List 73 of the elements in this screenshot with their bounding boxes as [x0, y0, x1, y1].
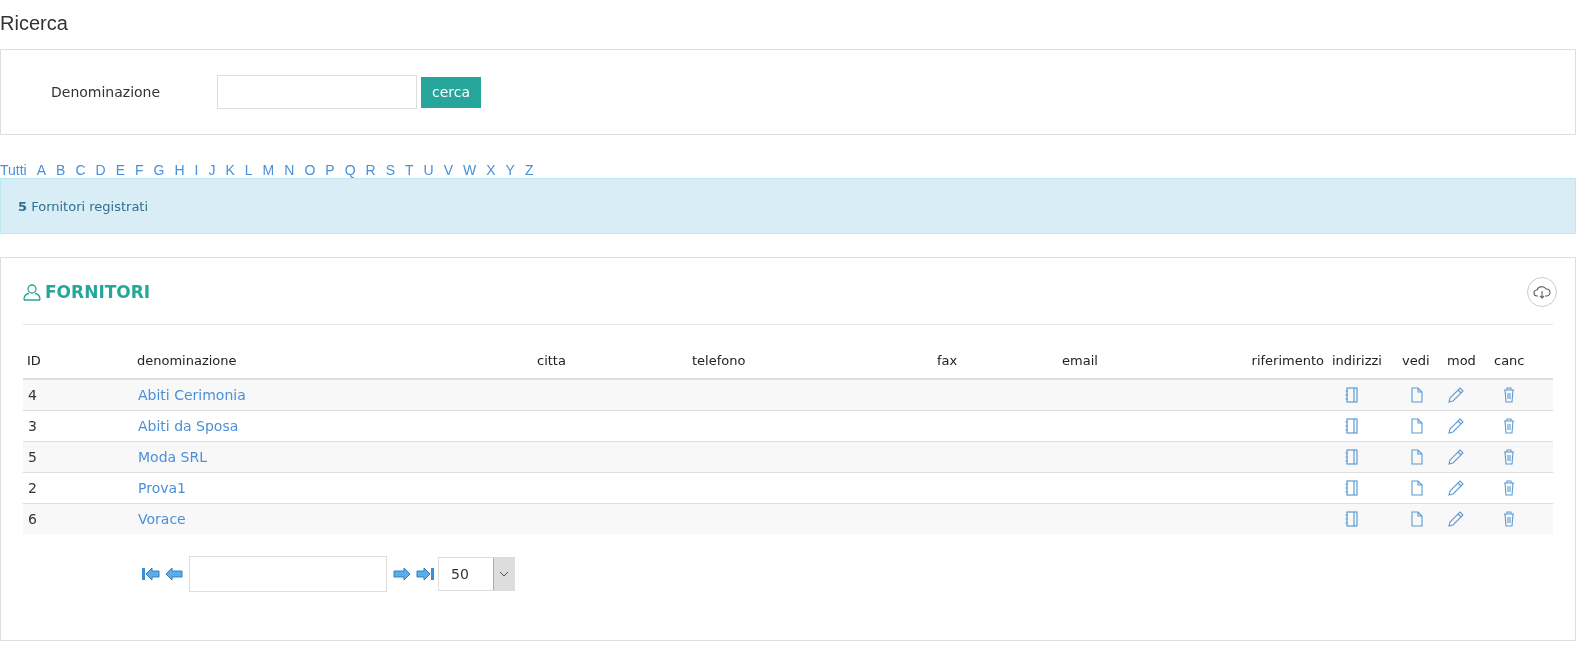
user-icon: [23, 283, 41, 301]
pencil-icon[interactable]: [1448, 449, 1464, 465]
previous-page-icon[interactable]: [164, 566, 184, 582]
trash-icon[interactable]: [1503, 418, 1515, 434]
id-cell: 6: [28, 511, 37, 527]
letter-link[interactable]: L: [244, 162, 253, 178]
letter-link[interactable]: T: [405, 162, 414, 178]
address-book-icon[interactable]: [1345, 511, 1359, 527]
name-link[interactable]: Moda SRL: [138, 449, 207, 465]
pencil-icon[interactable]: [1448, 480, 1464, 496]
address-book-icon[interactable]: [1345, 449, 1359, 465]
info-text: 5 Fornitori registrati: [18, 198, 149, 214]
address-book-icon[interactable]: [1345, 418, 1359, 434]
page-input[interactable]: [189, 556, 387, 592]
last-page-icon[interactable]: [415, 566, 435, 582]
chevron-down-icon: [499, 571, 509, 577]
letter-link[interactable]: I: [194, 162, 199, 178]
letter-link[interactable]: G: [153, 162, 165, 178]
letter-link[interactable]: X: [486, 162, 496, 178]
trash-icon[interactable]: [1503, 449, 1515, 465]
letter-link[interactable]: R: [365, 162, 376, 178]
cloud-download-icon: [1533, 285, 1551, 299]
letter-link[interactable]: J: [208, 162, 216, 178]
document-icon[interactable]: [1411, 418, 1423, 434]
letter-link[interactable]: O: [304, 162, 316, 178]
id-cell: 2: [28, 480, 37, 496]
letter-link[interactable]: U: [423, 162, 434, 178]
letter-link[interactable]: D: [95, 162, 106, 178]
document-icon[interactable]: [1411, 449, 1423, 465]
letter-link[interactable]: A: [36, 162, 47, 178]
letter-link[interactable]: Y: [505, 162, 515, 178]
address-book-icon[interactable]: [1345, 387, 1359, 403]
download-button[interactable]: [1527, 277, 1557, 307]
letter-link[interactable]: Tutti: [0, 162, 27, 178]
name-link[interactable]: Vorace: [138, 511, 186, 527]
name-link[interactable]: Abiti Cerimonia: [138, 387, 246, 403]
name-link[interactable]: Abiti da Sposa: [138, 418, 239, 434]
letter-link[interactable]: S: [385, 162, 395, 178]
id-cell: 5: [28, 449, 37, 465]
id-cell: 3: [28, 418, 37, 434]
page-title: Ricerca: [0, 12, 69, 35]
letter-link[interactable]: Q: [344, 162, 356, 178]
pencil-icon[interactable]: [1448, 418, 1464, 434]
letter-link[interactable]: M: [262, 162, 275, 178]
letter-link[interactable]: F: [135, 162, 144, 178]
next-page-icon[interactable]: [392, 566, 412, 582]
panel-title: FORNITORI: [45, 282, 151, 302]
letter-link[interactable]: N: [284, 162, 295, 178]
page-size-select[interactable]: 50: [438, 557, 515, 591]
document-icon[interactable]: [1411, 480, 1423, 496]
letter-link[interactable]: V: [443, 162, 454, 178]
input-field[interactable]: [217, 75, 417, 109]
name-link[interactable]: Prova1: [138, 480, 186, 496]
letter-link[interactable]: W: [463, 162, 477, 178]
letter-link[interactable]: E: [115, 162, 125, 178]
document-icon[interactable]: [1411, 387, 1423, 403]
first-page-icon[interactable]: [141, 566, 161, 582]
pencil-icon[interactable]: [1448, 511, 1464, 527]
id-cell: 4: [28, 387, 37, 403]
letter-link[interactable]: H: [174, 162, 185, 178]
letter-link[interactable]: B: [56, 162, 66, 178]
trash-icon[interactable]: [1503, 480, 1515, 496]
field-label: Denominazione: [51, 84, 162, 100]
document-icon[interactable]: [1411, 511, 1423, 527]
search-button[interactable]: cerca: [421, 76, 482, 108]
trash-icon[interactable]: [1503, 511, 1515, 527]
letter-link[interactable]: K: [225, 162, 235, 178]
letter-link[interactable]: P: [325, 162, 335, 178]
letter-link[interactable]: Z: [524, 162, 534, 178]
address-book-icon[interactable]: [1345, 480, 1359, 496]
letter-link[interactable]: C: [75, 162, 86, 178]
trash-icon[interactable]: [1503, 387, 1515, 403]
pencil-icon[interactable]: [1448, 387, 1464, 403]
